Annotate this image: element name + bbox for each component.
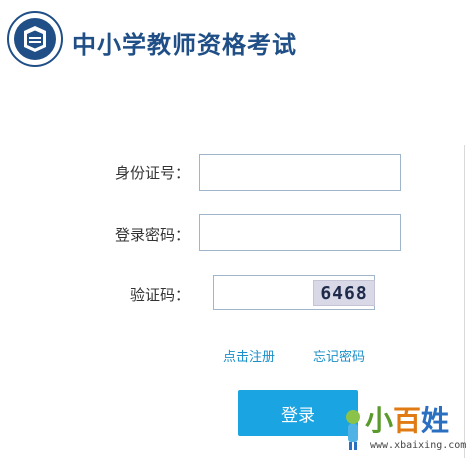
watermark: 小百姓 www.xbaixing.com <box>340 400 468 458</box>
id-number-input[interactable] <box>199 154 401 191</box>
watermark-char-2: 百 <box>393 404 422 437</box>
watermark-brand: 小百姓 <box>365 404 449 438</box>
captcha-label: 验证码： <box>129 286 190 304</box>
id-number-label: 身份证号： <box>114 164 190 182</box>
watermark-char-1: 小 <box>365 404 394 437</box>
register-link[interactable]: 点击注册 <box>223 346 275 365</box>
password-input[interactable] <box>199 214 401 251</box>
exam-logo-icon <box>7 11 63 67</box>
page-title: 中小学教师资格考试 <box>72 31 297 59</box>
mascot-icon <box>346 410 360 450</box>
forgot-password-link[interactable]: 忘记密码 <box>313 346 365 365</box>
password-label: 登录密码： <box>114 226 190 244</box>
watermark-char-3: 姓 <box>421 404 450 437</box>
captcha-image[interactable]: 6468 <box>313 280 375 306</box>
watermark-url: www.xbaixing.com <box>370 440 467 451</box>
